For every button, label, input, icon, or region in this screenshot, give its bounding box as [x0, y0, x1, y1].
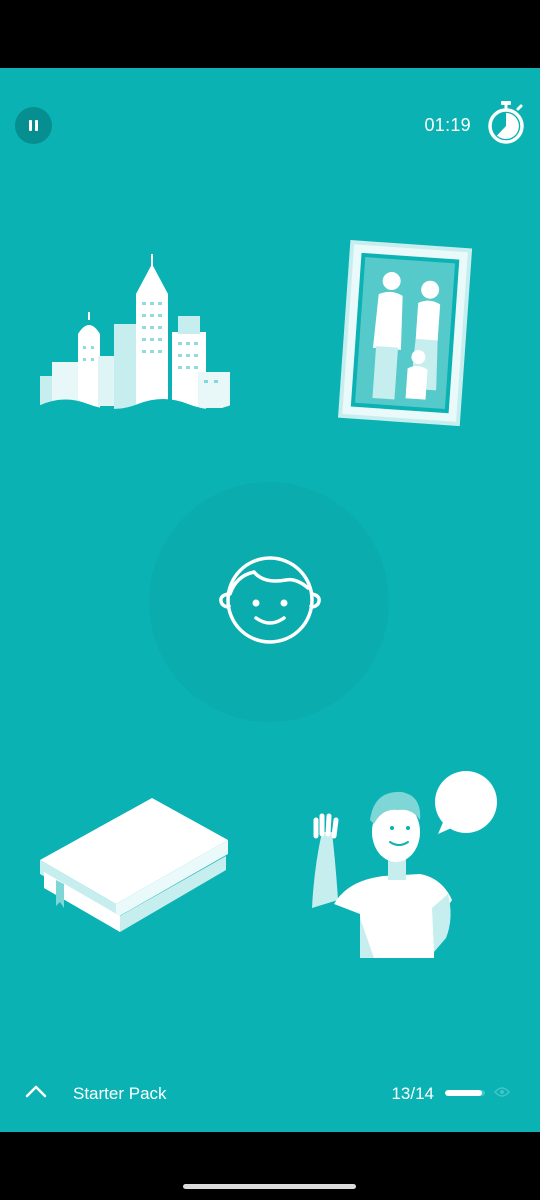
progress-bar [445, 1090, 485, 1096]
timer-text: 01:19 [424, 115, 471, 135]
waving-man-illustration[interactable] [308, 768, 502, 964]
pause-icon [29, 120, 32, 131]
pause-button[interactable] [15, 107, 52, 144]
city-skyline-illustration[interactable] [38, 254, 233, 414]
speech-bubble-icon [435, 771, 497, 834]
app-screen: 01:19 Starter Pack 13/14 [0, 68, 540, 1132]
stopwatch-icon [488, 101, 524, 144]
home-indicator[interactable] [183, 1184, 356, 1189]
chevron-up-icon[interactable] [24, 1083, 48, 1099]
progress-count: 13/14 [391, 1084, 434, 1103]
status-bar [0, 0, 540, 68]
eye-icon[interactable] [494, 1086, 510, 1098]
progress-bar-fill [445, 1090, 483, 1096]
family-photo-frame-illustration[interactable] [332, 238, 477, 430]
bottom-bar: Starter Pack 13/14 [0, 1068, 540, 1124]
system-nav-bar [0, 1132, 540, 1200]
face-icon[interactable] [216, 550, 324, 650]
book-illustration[interactable] [36, 796, 232, 936]
pause-icon-bar [35, 120, 38, 131]
pack-title[interactable]: Starter Pack [73, 1084, 167, 1104]
